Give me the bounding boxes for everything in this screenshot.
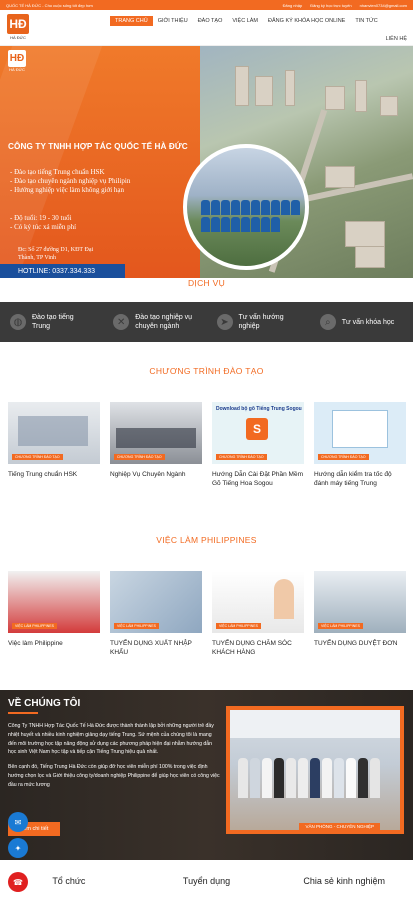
paper-plane-icon: ➤	[216, 314, 233, 330]
nav-register-online[interactable]: ĐĂNG KÝ KHÓA HỌC ONLINE	[263, 16, 350, 26]
nav-about[interactable]: GIỚI THIỆU	[153, 16, 193, 26]
training-card-image: Download bộ gõ Tiếng Trung Sogou S CHƯƠN…	[212, 402, 304, 464]
training-card-title[interactable]: Hướng Dẫn Cài Đặt Phần Mềm Gõ Tiếng Hoa …	[212, 470, 304, 488]
company-name: CÔNG TY TNHH HỢP TÁC QUỐC TẾ HÀ ĐỨC	[8, 142, 188, 151]
service-career-advice[interactable]: ➤ Tư vấn hướng nghiệp	[207, 302, 310, 342]
job-card[interactable]: VIỆC LÀM PHILIPPINES Việc làm Philippine	[8, 571, 100, 657]
service-professional-training[interactable]: ✕ Đào tạo nghiệp vụ chuyên ngành	[103, 302, 206, 342]
top-bar: QUỐC TẾ HÀ ĐỨC - Cho cuộc sống tốt đẹp h…	[0, 0, 413, 10]
site-header: HĐ HÀ ĐỨC TRANG CHỦ GIỚI THIỆU ĐÀO TẠO V…	[0, 10, 413, 46]
hero-address: Đc: Số 27 đường D1, KĐT Đại Thành, TP Vi…	[18, 247, 94, 261]
globe-icon: ◍	[10, 314, 26, 330]
job-card-title[interactable]: TUYỂN DỤNG CHĂM SÓC KHÁCH HÀNG	[212, 639, 304, 657]
hero-bullets: - Đào tạo tiếng Trung chuẩn HSK - Đào tạ…	[10, 168, 131, 194]
category-recruitment[interactable]: Tuyển dụng	[138, 870, 276, 900]
logo-text: HÀ ĐỨC	[10, 35, 26, 40]
nav-training[interactable]: ĐÀO TẠO	[193, 16, 228, 26]
chat-icon: ✉	[14, 817, 22, 827]
services-bar: ◍ Đào tạo tiếng Trung ✕ Đào tạo nghiệp v…	[0, 302, 413, 342]
service-chinese-training[interactable]: ◍ Đào tạo tiếng Trung	[0, 302, 103, 342]
jobs-cards: VIỆC LÀM PHILIPPINES Việc làm Philippine…	[8, 571, 406, 657]
job-card[interactable]: VIỆC LÀM PHILIPPINES TUYỂN DỤNG CHĂM SÓC…	[212, 571, 304, 657]
hero-logo: HĐ HÀ ĐỨC	[8, 50, 26, 76]
site-logo[interactable]: HĐ HÀ ĐỨC	[6, 14, 30, 44]
bottom-categories: Tổ chức Tuyển dụng Chia sẻ kinh nghiệm	[0, 870, 413, 900]
job-card-image: VIỆC LÀM PHILIPPINES	[314, 571, 406, 633]
training-card-title[interactable]: Tiếng Trung chuẩn HSK	[8, 470, 100, 479]
job-card-image: VIỆC LÀM PHILIPPINES	[212, 571, 304, 633]
about-underline	[8, 712, 38, 714]
nav-news[interactable]: TIN TỨC	[350, 16, 382, 26]
training-card[interactable]: Download bộ gõ Tiếng Trung Sogou S CHƯƠN…	[212, 402, 304, 488]
category-experience[interactable]: Chia sẻ kinh nghiệm	[275, 870, 413, 900]
hero-bullets-2: - Độ tuổi: 19 - 30 tuổi - Có ký túc xá m…	[10, 214, 77, 231]
nav-contact[interactable]: LIÊN HỆ	[386, 36, 407, 42]
login-link[interactable]: Đăng nhập	[283, 3, 303, 8]
training-card[interactable]: CHƯƠNG TRÌNH ĐÀO TẠO Nghiệp Vụ Chuyên Ng…	[110, 402, 202, 488]
messenger-icon: ✦	[14, 843, 22, 853]
services-title: DỊCH VỤ	[187, 278, 226, 288]
about-text: Công Ty TNHH Hợp Tác Quốc Tế Hà Đức được…	[8, 723, 220, 788]
job-card-title[interactable]: Việc làm Philippine	[8, 639, 100, 648]
training-card[interactable]: CHƯƠNG TRÌNH ĐÀO TẠO Hướng dẫn kiểm tra …	[314, 402, 406, 488]
messenger-float-button[interactable]: ✦	[8, 838, 28, 858]
nav-jobs[interactable]: VIỆC LÀM	[227, 16, 263, 26]
jobs-title: VIỆC LÀM PHILIPPINES	[156, 535, 257, 545]
training-cards: CHƯƠNG TRÌNH ĐÀO TẠO Tiếng Trung chuẩn H…	[8, 402, 406, 488]
about-photo: VĂN PHÒNG - CHUYÊN NGHIỆP	[226, 706, 404, 834]
search-icon: ⌕	[319, 314, 336, 330]
logo-mark: HĐ	[7, 14, 29, 34]
training-card-title[interactable]: Nghiệp Vụ Chuyên Ngành	[110, 470, 202, 479]
zalo-float-button[interactable]: ✉	[8, 812, 28, 832]
training-title: CHƯƠNG TRÌNH ĐÀO TẠO	[149, 366, 264, 376]
tagline: QUỐC TẾ HÀ ĐỨC - Cho cuộc sống tốt đẹp h…	[6, 2, 93, 8]
main-nav: TRANG CHỦ GIỚI THIỆU ĐÀO TẠO VIỆC LÀM ĐĂ…	[110, 16, 383, 26]
about-section: VỀ CHÚNG TÔI Công Ty TNHH Hợp Tác Quốc T…	[0, 690, 413, 860]
training-card-image: CHƯƠNG TRÌNH ĐÀO TẠO	[110, 402, 202, 464]
top-links: Đăng nhập Đăng ký học trực tuyến nhanvie…	[283, 3, 407, 8]
job-card-image: VIỆC LÀM PHILIPPINES	[8, 571, 100, 633]
tools-icon: ✕	[113, 314, 130, 330]
hero-banner[interactable]: HĐ HÀ ĐỨC CÔNG TY TNHH HỢP TÁC QUỐC TẾ H…	[0, 46, 413, 278]
team-photo	[183, 144, 309, 270]
training-card-title[interactable]: Hướng dẫn kiểm tra tốc độ đánh máy tiếng…	[314, 470, 406, 488]
training-card-image: CHƯƠNG TRÌNH ĐÀO TẠO	[8, 402, 100, 464]
register-online-link[interactable]: Đăng ký học trực tuyến	[310, 3, 351, 8]
training-card-image: CHƯƠNG TRÌNH ĐÀO TẠO	[314, 402, 406, 464]
hero-left-panel	[0, 46, 200, 278]
job-card[interactable]: VIỆC LÀM PHILIPPINES TUYỂN DỤNG XUẤT NHẬ…	[110, 571, 202, 657]
email-link[interactable]: nhanvien0734@gmail.com	[360, 3, 407, 8]
job-card-image: VIỆC LÀM PHILIPPINES	[110, 571, 202, 633]
service-course-advice[interactable]: ⌕ Tư vấn khóa học	[310, 302, 413, 342]
job-card-title[interactable]: TUYỂN DỤNG DUYỆT ĐƠN	[314, 639, 406, 648]
job-card-title[interactable]: TUYỂN DỤNG XUẤT NHẬP KHẨU	[110, 639, 202, 657]
nav-home[interactable]: TRANG CHỦ	[110, 16, 153, 26]
training-card[interactable]: CHƯƠNG TRÌNH ĐÀO TẠO Tiếng Trung chuẩn H…	[8, 402, 100, 488]
hotline[interactable]: HOTLINE: 0337.334.333	[0, 264, 125, 278]
job-card[interactable]: VIỆC LÀM PHILIPPINES TUYỂN DỤNG DUYỆT ĐƠ…	[314, 571, 406, 657]
about-title: VỀ CHÚNG TÔI	[8, 698, 81, 709]
category-organization[interactable]: Tổ chức	[0, 870, 138, 900]
